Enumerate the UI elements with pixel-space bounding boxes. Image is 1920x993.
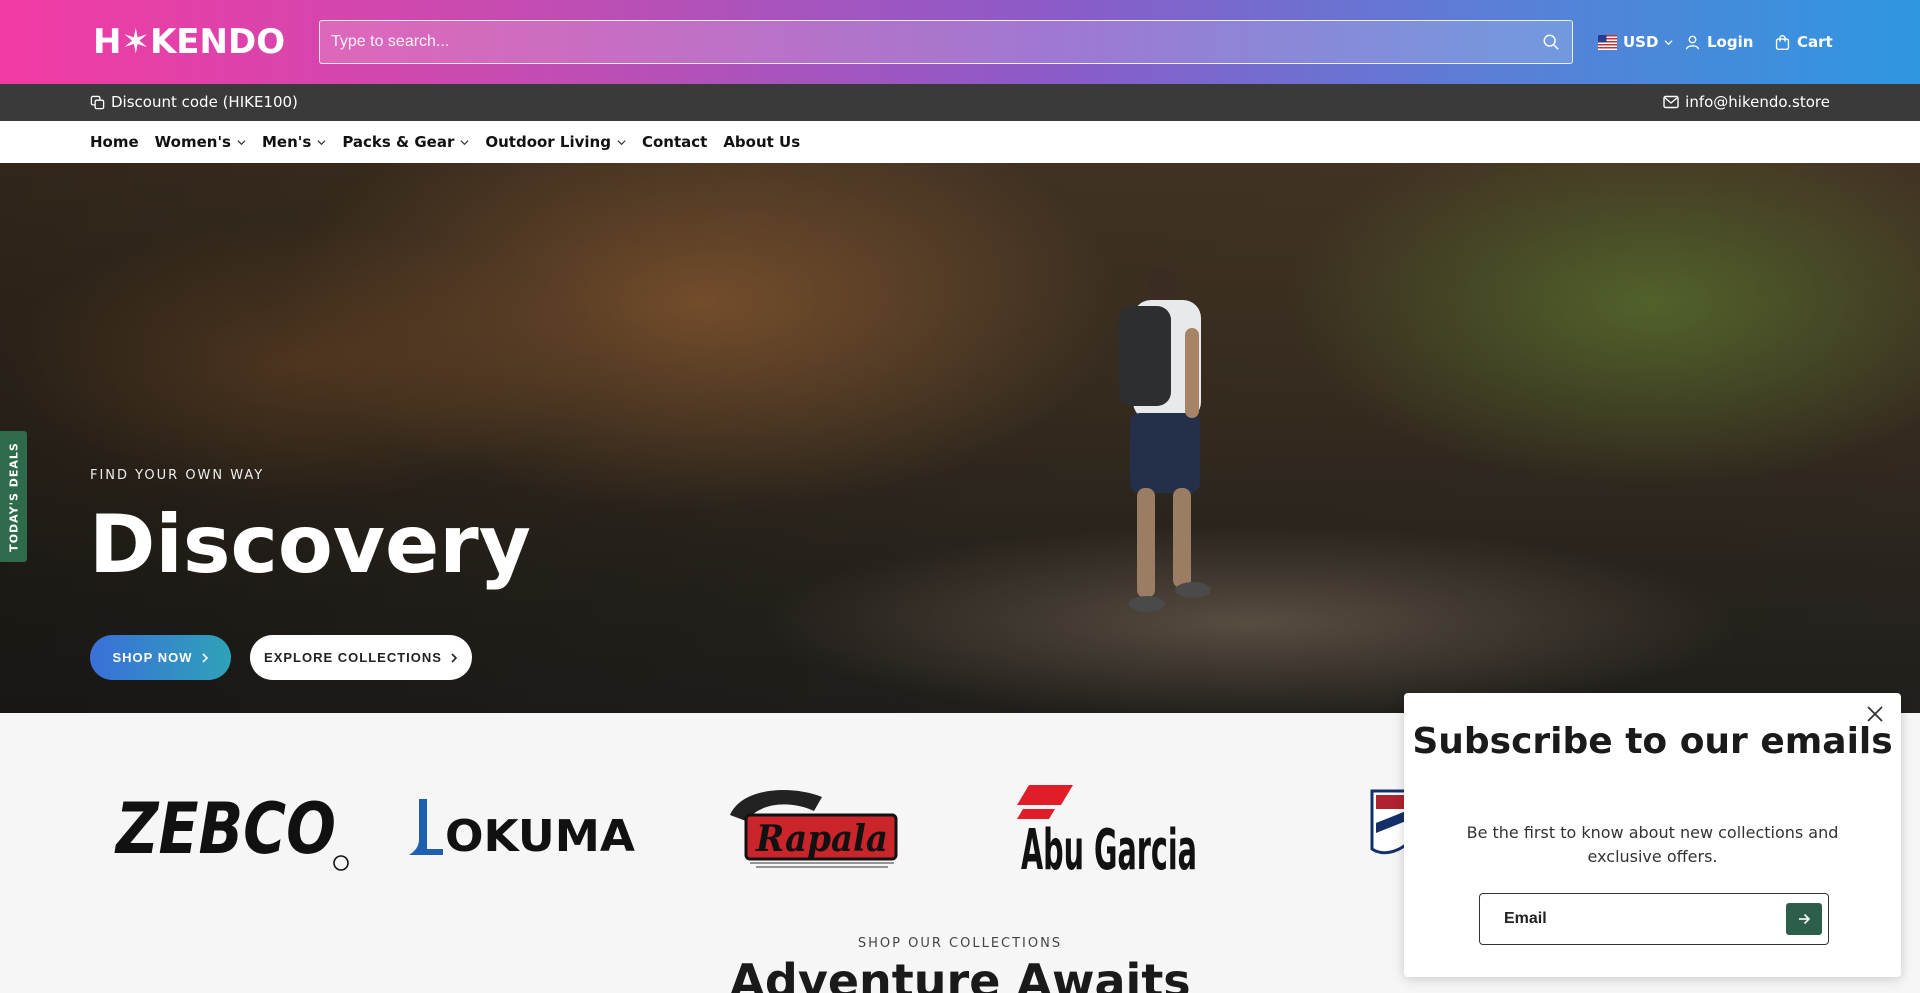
nav-list: Home Women's Men's Packs & Gear Outdoor Livi… [90,133,816,151]
shop-now-label: SHOP NOW [112,650,193,665]
site-header: H✶KENDO USD Login Cart [0,0,1920,84]
hero-eyebrow: FIND YOUR OWN WAY [90,468,265,483]
search-input[interactable] [320,21,1520,63]
currency-label: USD [1623,33,1659,51]
nav-item-label: Packs & Gear [342,133,455,151]
main-nav: Home Women's Men's Packs & Gear Outdoor Livi… [0,121,1920,163]
brand-logo-abu-garcia[interactable]: Abu Garcia [1015,783,1201,883]
explore-label: EXPLORE COLLECTIONS [264,650,442,665]
nav-item-home[interactable]: Home [90,133,139,151]
nav-item-packs-gear[interactable]: Packs & Gear [342,133,469,151]
brand-logo-okuma[interactable]: OKUMA [405,793,640,863]
brand-logo-rapala[interactable]: Rapala [722,785,906,869]
nav-item-label: Women's [154,133,231,151]
email-field-wrapper [1479,893,1829,945]
search-icon[interactable] [1542,33,1560,51]
zebco-wordmark: ZEBCO [114,788,336,870]
search-bar[interactable] [319,20,1573,64]
chevron-right-icon [451,652,458,663]
cart-bag-icon [1775,34,1790,50]
cart-link[interactable]: Cart [1774,30,1833,54]
nav-item-label: Home [90,133,139,151]
currency-selector[interactable]: USD [1598,30,1673,54]
todays-deals-label: TODAY'S DEALS [7,441,20,552]
contact-email[interactable]: info@hikendo.store [1663,93,1830,111]
us-flag-icon [1598,34,1617,50]
chevron-down-icon [317,139,326,145]
mail-icon [1663,95,1679,109]
site-logo[interactable]: H✶KENDO [93,22,285,62]
login-link[interactable]: Login [1684,30,1753,54]
email-text: info@hikendo.store [1685,93,1830,111]
cart-label: Cart [1797,33,1833,51]
subscribe-popup: Subscribe to our emails Be the first to … [1404,693,1901,977]
chevron-right-icon [201,652,208,663]
nav-item-women-s[interactable]: Women's [155,133,246,151]
okuma-wordmark: OKUMA [445,811,635,862]
nav-item-about-us[interactable]: About Us [723,133,800,151]
chevron-down-icon [237,139,246,145]
explore-collections-button[interactable]: EXPLORE COLLECTIONS [250,635,472,680]
coupon-icon [90,95,105,109]
shop-now-button[interactable]: SHOP NOW [90,635,231,680]
discount-notice: Discount code (HIKE100) [90,93,298,111]
brand-logo-zebco[interactable]: ZEBCO [112,783,352,873]
rapala-wordmark: Rapala [755,818,888,860]
popup-description: Be the first to know about new collectio… [1466,823,1839,866]
chevron-down-icon [460,139,469,145]
nav-item-label: Outdoor Living [485,133,611,151]
nav-item-label: Men's [262,133,312,151]
user-icon [1685,35,1700,50]
email-field[interactable] [1480,894,1780,944]
nav-item-label: About Us [723,133,801,151]
login-label: Login [1707,33,1754,51]
announcement-bar: Discount code (HIKE100) info@hikendo.sto… [0,84,1920,121]
chevron-down-icon [617,139,626,145]
chevron-down-icon [1664,39,1673,45]
popup-title: Subscribe to our emails [1412,721,1893,762]
hiker-figure [1119,268,1211,612]
hero-banner: FIND YOUR OWN WAY Discovery SHOP NOW EXP… [0,163,1920,713]
arrow-right-icon [1799,913,1811,925]
hero-title: Discovery [89,498,531,591]
nav-item-men-s[interactable]: Men's [262,133,326,151]
nav-item-contact[interactable]: Contact [642,133,707,151]
abu-garcia-wordmark: Abu Garcia [1021,818,1197,875]
nav-item-label: Contact [641,133,708,151]
todays-deals-tab[interactable]: TODAY'S DEALS [0,431,27,562]
discount-text: Discount code (HIKE100) [111,93,298,111]
nav-item-outdoor-living[interactable]: Outdoor Living [485,133,626,151]
subscribe-submit-button[interactable] [1786,903,1822,935]
